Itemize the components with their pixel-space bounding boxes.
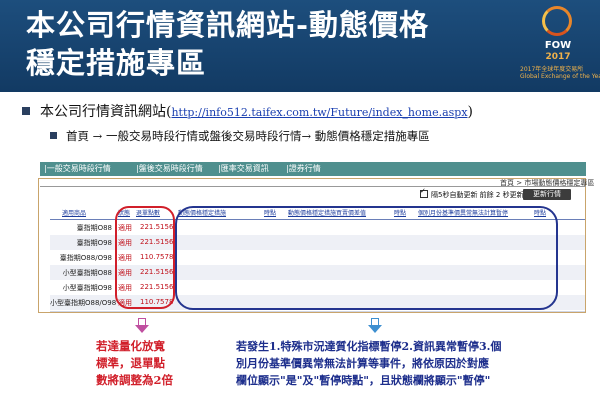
logo-ring-icon — [542, 6, 572, 36]
sub-bullet-square-icon — [50, 132, 57, 139]
bullet-website-close: ) — [467, 104, 473, 120]
auto-refresh-label: 隔5秒自動更新 前餘 2 秒更新 — [431, 191, 524, 199]
cell-product: 小型臺指期O88 — [62, 269, 112, 277]
note-red-line-3: 數將調整為2倍 — [96, 373, 174, 387]
nav-item-after-hours[interactable]: |盤後交易時段行情 — [136, 163, 203, 174]
arrow-down-red-icon — [135, 318, 149, 334]
breadcrumb-divider — [40, 186, 586, 187]
title-line-1: 本公司行情資訊網站-動態價格 — [26, 8, 430, 42]
site-nav-bar: |一般交易時段行情 |盤後交易時段行情 |匯率交易資訊 |證券行情 — [40, 162, 586, 176]
note-blue-line-3: 欄位顯示"是"及"暫停時點"，且狀態欄將顯示"暫停" — [236, 374, 491, 387]
title-banner: 本公司行情資訊網站-動態價格 穩定措施專區 FOW 2017 2017年全球年度… — [0, 0, 600, 92]
fow-logo: FOW 2017 2017年全球年度交易所 Global Exchange of… — [520, 4, 600, 88]
title-line-2: 穩定措施專區 — [26, 46, 207, 80]
cell-product: 臺指期O88/O98 — [59, 254, 112, 262]
reject-points-highlight — [115, 206, 175, 309]
website-link[interactable]: http://info512.taifex.com.tw/Future/inde… — [171, 106, 467, 119]
navigation-path-text: 首頁 → 一般交易時段行情或盤後交易時段行情→ 動態價格穩定措施專區 — [66, 129, 430, 143]
col-product[interactable]: 適用商品 — [62, 208, 86, 217]
logo-caption-1: 2017年全球年度交易所 — [520, 66, 584, 73]
cell-product: 小型臺指期O98 — [62, 284, 112, 292]
cell-product: 小型臺指期O88/O98 — [50, 299, 117, 307]
checkbox-icon[interactable] — [420, 187, 428, 198]
nav-item-securities[interactable]: |證券行情 — [286, 163, 321, 174]
auto-refresh-checkbox[interactable]: 隔5秒自動更新 前餘 2 秒更新 — [420, 187, 524, 200]
logo-caption-2: Global Exchange of the Year — [520, 73, 600, 80]
cell-product: 臺指期O98 — [76, 239, 112, 247]
bullet-website: 本公司行情資訊網站(http://info512.taifex.com.tw/F… — [22, 101, 473, 121]
logo-brand: FOW — [544, 40, 572, 51]
pause-events-note: 若發生1.特殊市況達質化指標暫停2.資訊異常暫停3.個 別月份基準價異常無法計算… — [236, 338, 566, 389]
cell-product: 臺指期O88 — [76, 224, 112, 232]
note-red-line-2: 標準，退單點 — [96, 356, 165, 370]
table-bottom-border — [50, 311, 585, 312]
arrow-down-blue-icon — [368, 318, 382, 334]
refresh-button[interactable]: 更新行情 — [523, 189, 571, 200]
bullet-website-text: 本公司行情資訊網站( — [40, 104, 172, 120]
logo-year: 2017 — [545, 52, 571, 62]
note-red-line-1: 若達量化放寬 — [96, 339, 165, 353]
bullet-navigation-path: 首頁 → 一般交易時段行情或盤後交易時段行情→ 動態價格穩定措施專區 — [50, 128, 430, 144]
bullet-square-icon — [22, 107, 30, 115]
pause-columns-highlight — [175, 206, 558, 310]
reject-points-note: 若達量化放寬 標準，退單點 數將調整為2倍 — [96, 338, 196, 389]
note-blue-line-1: 若發生1.特殊市況達質化指標暫停2.資訊異常暫停3.個 — [236, 340, 502, 353]
slide-title: 本公司行情資訊網站-動態價格 穩定措施專區 — [26, 6, 429, 82]
nav-item-regular-session[interactable]: |一般交易時段行情 — [44, 163, 111, 174]
note-blue-line-2: 別月份基準價異常無法計算等事件，將依原因於對應 — [236, 357, 489, 370]
nav-item-fx[interactable]: |匯率交易資訊 — [218, 163, 269, 174]
